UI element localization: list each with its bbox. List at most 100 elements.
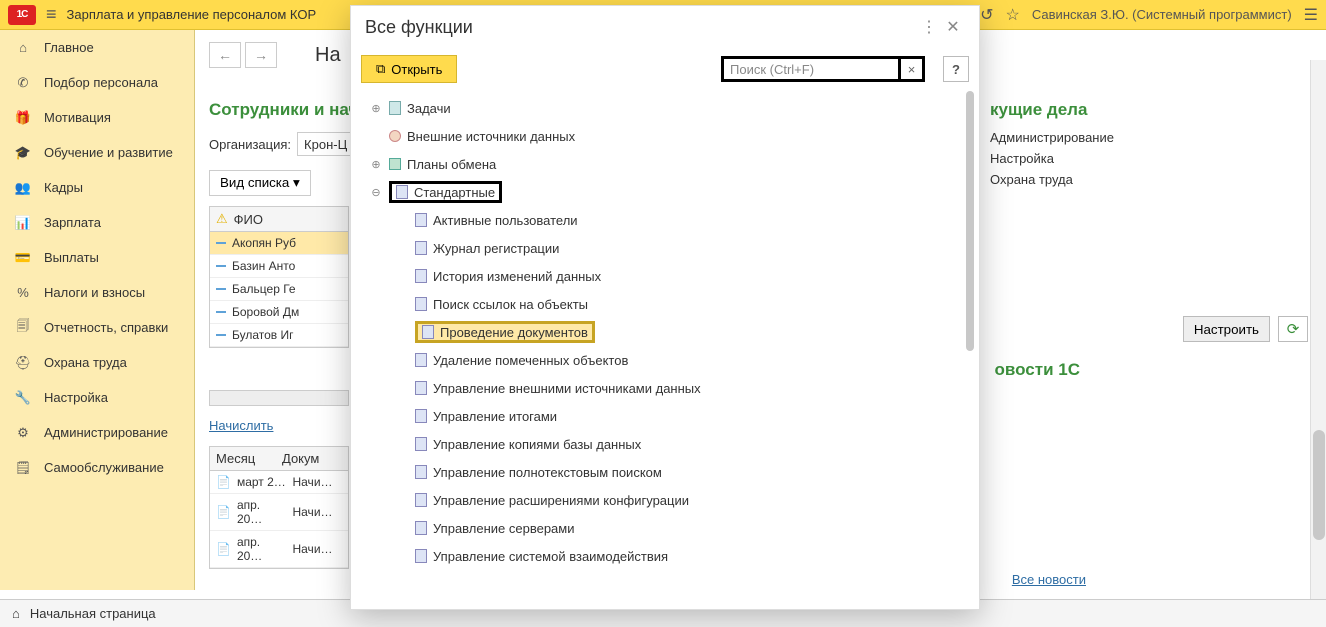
sidebar-item[interactable]: 📊Зарплата: [0, 205, 194, 240]
table-row[interactable]: Булатов Иг: [210, 324, 348, 347]
dialog-more-icon[interactable]: ⋮: [917, 15, 941, 39]
sidebar-item[interactable]: 🔧Настройка: [0, 380, 194, 415]
doc-month: март 2…: [237, 475, 287, 489]
configure-button[interactable]: Настроить: [1183, 316, 1270, 342]
sidebar-item-label: Выплаты: [44, 250, 99, 265]
tree-subitem[interactable]: Управление итогами: [351, 402, 979, 430]
sidebar-item[interactable]: ✆Подбор персонала: [0, 65, 194, 100]
search-input[interactable]: [721, 56, 901, 82]
right-link[interactable]: Настройка: [990, 151, 1310, 166]
sidebar-item[interactable]: 🗐 Отчетность, справки: [0, 310, 194, 345]
main-scrollbar-thumb[interactable]: [1313, 430, 1325, 540]
tree-subitem[interactable]: Активные пользователи: [351, 206, 979, 234]
tree-item-label: Активные пользователи: [433, 213, 578, 228]
row-marker-icon: [216, 265, 226, 267]
tree-subitem[interactable]: Удаление помеченных объектов: [351, 346, 979, 374]
star-icon[interactable]: ☆: [1006, 5, 1020, 25]
tree-subitem[interactable]: Управление внешними источниками данных: [351, 374, 979, 402]
sidebar-item[interactable]: 🗒Самообслуживание: [0, 450, 194, 485]
tree-subitem[interactable]: Поиск ссылок на объекты: [351, 290, 979, 318]
tree-subitem[interactable]: Управление полнотекстовым поиском: [351, 458, 979, 486]
table-row[interactable]: 📄апр. 20…Начи…: [210, 531, 348, 568]
tree-subitem[interactable]: Проведение документов: [351, 318, 979, 346]
tree-item-label: Поиск ссылок на объекты: [433, 297, 588, 312]
view-mode-button[interactable]: Вид списка ▾: [209, 170, 311, 196]
history-icon[interactable]: ↺: [980, 5, 993, 25]
close-icon[interactable]: ✕: [941, 15, 965, 39]
page-title-partial: На: [315, 44, 341, 67]
sidebar-item[interactable]: 👥Кадры: [0, 170, 194, 205]
tree-item[interactable]: Внешние источники данных: [351, 122, 979, 150]
dialog-title: Все функции: [365, 17, 473, 38]
sidebar-item-label: Подбор персонала: [44, 75, 158, 90]
horizontal-scrollbar[interactable]: [209, 390, 349, 406]
sidebar-item[interactable]: ⌂Главное: [0, 30, 194, 65]
main-scrollbar[interactable]: [1310, 60, 1326, 599]
sidebar-item-label: Мотивация: [44, 110, 111, 125]
sidebar-item[interactable]: %Налоги и взносы: [0, 275, 194, 310]
open-button[interactable]: ⧉ Открыть: [361, 55, 457, 83]
sidebar-item[interactable]: 🎓Обучение и развитие: [0, 135, 194, 170]
home-icon: ⌂: [14, 40, 32, 55]
tree-subitem[interactable]: Журнал регистрации: [351, 234, 979, 262]
topbar-right: ↺ ☆ Савинская З.Ю. (Системный программис…: [980, 5, 1318, 25]
people-icon: 👥: [14, 180, 32, 196]
right-link[interactable]: Охрана труда: [990, 172, 1310, 187]
tree-subitem[interactable]: Управление системой взаимодействия: [351, 542, 979, 570]
tree-item[interactable]: ⊕Планы обмена: [351, 150, 979, 178]
item-icon: [415, 353, 427, 367]
table-row[interactable]: Боровой Дм: [210, 301, 348, 324]
tree-subitem[interactable]: Управление копиями базы данных: [351, 430, 979, 458]
sidebar-item-label: Настройка: [44, 390, 108, 405]
tree-item-standard[interactable]: ⊖Стандартные: [351, 178, 979, 206]
all-news-link[interactable]: Все новости: [1012, 572, 1086, 587]
nav-buttons: ← →: [209, 42, 277, 68]
menu-icon[interactable]: ≡: [46, 4, 57, 25]
tree-item-label: Управление расширениями конфигурации: [433, 493, 689, 508]
right-section-title-partial: кущие дела: [990, 100, 1310, 120]
refresh-button[interactable]: ⟳: [1278, 316, 1308, 342]
tree-item-label: Управление системой взаимодействия: [433, 549, 668, 564]
expand-icon[interactable]: ⊕: [369, 158, 383, 171]
table-row[interactable]: 📄апр. 20…Начи…: [210, 494, 348, 531]
dialog-scrollbar[interactable]: [965, 91, 975, 601]
doc-icon: 📄: [216, 542, 231, 556]
dialog-scrollbar-thumb[interactable]: [966, 91, 974, 351]
table-row[interactable]: Бальцер Ге: [210, 278, 348, 301]
tree-subitem[interactable]: Управление серверами: [351, 514, 979, 542]
sidebar-item-label: Зарплата: [44, 215, 101, 230]
app-title: Зарплата и управление персоналом КОР: [67, 7, 317, 22]
tree-subitem[interactable]: Управление расширениями конфигурации: [351, 486, 979, 514]
item-icon: [415, 269, 427, 283]
tree-item[interactable]: ⊕Задачи: [351, 94, 979, 122]
collapse-icon[interactable]: ⊖: [369, 186, 383, 199]
accrue-link[interactable]: Начислить: [209, 418, 273, 433]
tree-item-label: Управление итогами: [433, 409, 557, 424]
sidebar-item[interactable]: ⛑Охрана труда: [0, 345, 194, 380]
report-icon: 🗐: [14, 317, 32, 339]
org-row: Организация: Крон-Ц: [209, 132, 354, 156]
sidebar-item[interactable]: 💳Выплаты: [0, 240, 194, 275]
employee-name: Акопян Руб: [232, 236, 296, 250]
filter-icon[interactable]: ☰: [1304, 5, 1318, 25]
taskbar-start-page[interactable]: Начальная страница: [30, 606, 156, 621]
right-link[interactable]: Администрирование: [990, 130, 1310, 145]
open-button-label: Открыть: [391, 62, 442, 77]
table-row[interactable]: Акопян Руб: [210, 232, 348, 255]
nav-back-button[interactable]: ←: [209, 42, 241, 68]
expand-icon[interactable]: ⊕: [369, 102, 383, 115]
row-marker-icon: [216, 311, 226, 313]
nav-forward-button[interactable]: →: [245, 42, 277, 68]
all-functions-dialog: Все функции ⋮ ✕ ⧉ Открыть × ? ⊕ЗадачиВне…: [350, 5, 980, 610]
user-name[interactable]: Савинская З.Ю. (Системный программист): [1032, 7, 1292, 22]
functions-tree[interactable]: ⊕ЗадачиВнешние источники данных⊕Планы об…: [351, 90, 979, 609]
tree-subitem[interactable]: История изменений данных: [351, 262, 979, 290]
table-row[interactable]: Базин Анто: [210, 255, 348, 278]
help-button[interactable]: ?: [943, 56, 969, 82]
table-row[interactable]: 📄март 2…Начи…: [210, 471, 348, 494]
sidebar-item[interactable]: ⚙Администрирование: [0, 415, 194, 450]
clear-search-button[interactable]: ×: [901, 56, 925, 82]
org-select[interactable]: Крон-Ц: [297, 132, 354, 156]
sidebar-item[interactable]: 🎁Мотивация: [0, 100, 194, 135]
sidebar-item-label: Отчетность, справки: [44, 320, 168, 335]
